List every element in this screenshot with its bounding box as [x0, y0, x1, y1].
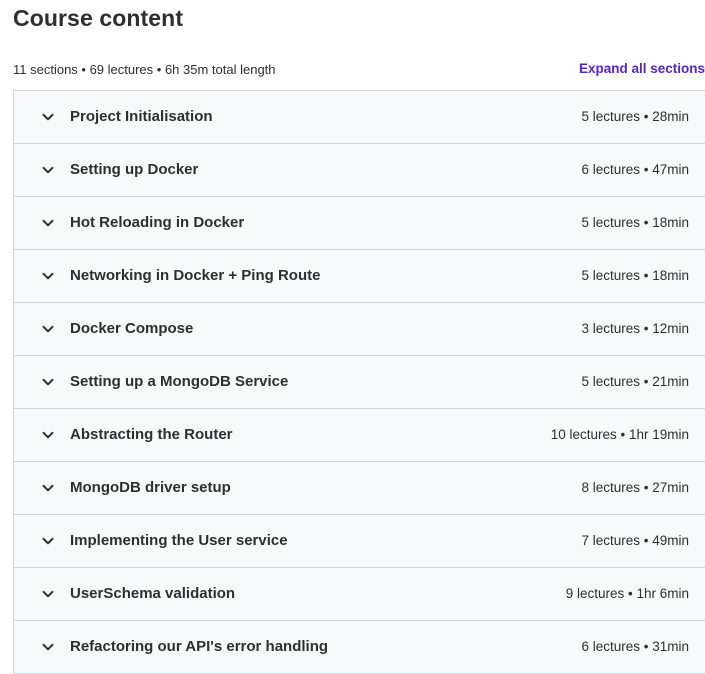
- section-title: UserSchema validation: [70, 585, 236, 602]
- page-title: Course content: [13, 5, 184, 31]
- course-summary-bar: 11 sections • 69 lectures • 6h 35m total…: [13, 61, 705, 81]
- section-meta: 3 lectures • 12min: [581, 321, 689, 336]
- chevron-down-icon: [41, 587, 55, 601]
- section-meta: 9 lectures • 1hr 6min: [565, 586, 689, 601]
- section-meta: 6 lectures • 31min: [581, 639, 689, 654]
- section-title: Setting up a MongoDB Service: [70, 373, 289, 390]
- section-title: MongoDB driver setup: [70, 479, 231, 496]
- section-list: Project Initialisation 5 lectures • 28mi…: [13, 90, 705, 674]
- section-meta: 10 lectures • 1hr 19min: [550, 427, 689, 442]
- section-project-initialisation[interactable]: Project Initialisation 5 lectures • 28mi…: [14, 91, 705, 144]
- section-title: Implementing the User service: [70, 532, 288, 549]
- section-meta: 7 lectures • 49min: [581, 533, 689, 548]
- chevron-down-icon: [41, 110, 55, 124]
- section-title: Hot Reloading in Docker: [70, 214, 245, 231]
- course-content-panel: Course content 11 sections • 69 lectures…: [0, 0, 705, 674]
- section-title: Refactoring our API's error handling: [70, 638, 329, 655]
- chevron-down-icon: [41, 640, 55, 654]
- chevron-down-icon: [41, 481, 55, 495]
- section-hot-reloading-in-docker[interactable]: Hot Reloading in Docker 5 lectures • 18m…: [14, 197, 705, 250]
- section-title: Setting up Docker: [70, 161, 199, 178]
- section-userschema-validation[interactable]: UserSchema validation 9 lectures • 1hr 6…: [14, 568, 705, 621]
- chevron-down-icon: [41, 322, 55, 336]
- section-abstracting-the-router[interactable]: Abstracting the Router 10 lectures • 1hr…: [14, 409, 705, 462]
- section-mongodb-driver-setup[interactable]: MongoDB driver setup 8 lectures • 27min: [14, 462, 705, 515]
- section-error-handling[interactable]: Refactoring our API's error handling 6 l…: [14, 621, 705, 674]
- section-meta: 8 lectures • 27min: [581, 480, 689, 495]
- section-meta: 5 lectures • 18min: [581, 215, 689, 230]
- section-meta: 5 lectures • 21min: [581, 374, 689, 389]
- chevron-down-icon: [41, 534, 55, 548]
- section-user-service[interactable]: Implementing the User service 7 lectures…: [14, 515, 705, 568]
- section-title: Abstracting the Router: [70, 426, 233, 443]
- section-docker-compose[interactable]: Docker Compose 3 lectures • 12min: [14, 303, 705, 356]
- chevron-down-icon: [41, 269, 55, 283]
- section-mongodb-service[interactable]: Setting up a MongoDB Service 5 lectures …: [14, 356, 705, 409]
- section-networking-in-docker[interactable]: Networking in Docker + Ping Route 5 lect…: [14, 250, 705, 303]
- section-title: Networking in Docker + Ping Route: [70, 267, 321, 284]
- chevron-down-icon: [41, 428, 55, 442]
- chevron-down-icon: [41, 163, 55, 177]
- section-meta: 6 lectures • 47min: [581, 162, 689, 177]
- expand-all-sections-button[interactable]: Expand all sections: [579, 61, 705, 76]
- section-setting-up-docker[interactable]: Setting up Docker 6 lectures • 47min: [14, 144, 705, 197]
- chevron-down-icon: [41, 216, 55, 230]
- section-meta: 5 lectures • 28min: [581, 109, 689, 124]
- section-title: Docker Compose: [70, 320, 194, 337]
- chevron-down-icon: [41, 375, 55, 389]
- section-title: Project Initialisation: [70, 108, 213, 125]
- course-summary: 11 sections • 69 lectures • 6h 35m total…: [13, 62, 276, 77]
- section-meta: 5 lectures • 18min: [581, 268, 689, 283]
